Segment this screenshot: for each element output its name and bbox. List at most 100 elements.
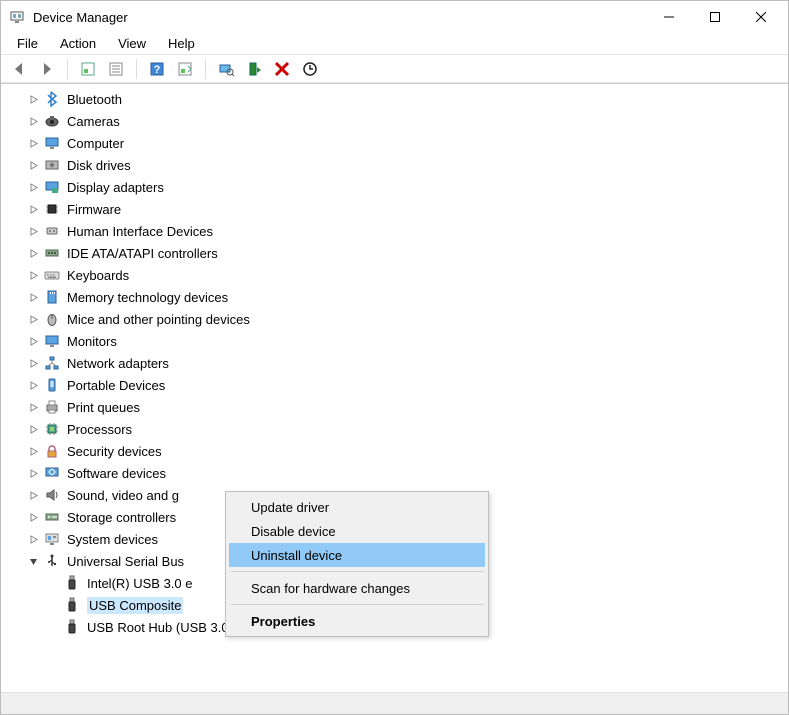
toolbar: ? [1,55,788,83]
minimize-button[interactable] [646,1,692,33]
statusbar [1,692,788,714]
toolbar-delete-button[interactable] [270,57,294,81]
chevron-right-icon[interactable] [25,509,41,525]
toolbar-properties-button[interactable] [104,57,128,81]
chevron-right-icon[interactable] [25,135,41,151]
toolbar-enable-disable-button[interactable] [242,57,266,81]
device-category[interactable]: Firmware [5,198,788,220]
chevron-right-icon[interactable] [25,333,41,349]
chevron-right-icon[interactable] [25,245,41,261]
monitor-icon [43,134,61,152]
context-menu-item[interactable]: Disable device [229,519,485,543]
chevron-down-icon[interactable] [25,553,41,569]
chevron-right-icon[interactable] [25,421,41,437]
app-icon [9,9,25,25]
device-category[interactable]: Security devices [5,440,788,462]
chevron-right-icon[interactable] [25,289,41,305]
device-item-label: Intel(R) USB 3.0 e [87,576,193,591]
svg-text:?: ? [154,64,161,76]
device-category[interactable]: Print queues [5,396,788,418]
toolbar-separator [205,59,206,79]
hid-icon [43,222,61,240]
device-category[interactable]: IDE ATA/ATAPI controllers [5,242,788,264]
device-category-label: Portable Devices [67,378,165,393]
device-category[interactable]: Cameras [5,110,788,132]
device-category[interactable]: Human Interface Devices [5,220,788,242]
device-item-label: USB Composite [87,597,183,614]
chevron-right-icon[interactable] [25,355,41,371]
device-category[interactable]: Bluetooth [5,88,788,110]
toolbar-separator [67,59,68,79]
printer-icon [43,398,61,416]
forward-button[interactable] [35,57,59,81]
chevron-right-icon[interactable] [25,311,41,327]
device-category-label: Network adapters [67,356,169,371]
chevron-right-icon[interactable] [25,487,41,503]
device-category-label: System devices [67,532,158,547]
context-menu-separator [231,604,483,605]
toolbar-show-hidden-button[interactable] [76,57,100,81]
back-button[interactable] [7,57,31,81]
context-menu-item[interactable]: Uninstall device [229,543,485,567]
camera-icon [43,112,61,130]
chevron-right-icon[interactable] [25,465,41,481]
usb-device-icon [63,596,81,614]
chevron-right-icon[interactable] [25,531,41,547]
chevron-right-icon[interactable] [25,223,41,239]
menu-file[interactable]: File [7,34,48,53]
device-category-label: Monitors [67,334,117,349]
storage-icon [43,508,61,526]
device-item-label: USB Root Hub (USB 3.0) [87,620,233,635]
chevron-right-icon[interactable] [25,443,41,459]
chevron-right-icon[interactable] [25,113,41,129]
device-category[interactable]: Processors [5,418,788,440]
device-category[interactable]: Memory technology devices [5,286,788,308]
device-category-label: IDE ATA/ATAPI controllers [67,246,218,261]
menu-view[interactable]: View [108,34,156,53]
memory-card-icon [43,288,61,306]
device-category[interactable]: Computer [5,132,788,154]
toolbar-help-button[interactable]: ? [145,57,169,81]
device-category-label: Processors [67,422,132,437]
context-menu-separator [231,571,483,572]
device-category-label: Bluetooth [67,92,122,107]
device-category[interactable]: Network adapters [5,352,788,374]
context-menu-item[interactable]: Scan for hardware changes [229,576,485,600]
toolbar-update-button[interactable] [298,57,322,81]
menu-help[interactable]: Help [158,34,205,53]
chip-icon [43,200,61,218]
chevron-right-icon[interactable] [25,179,41,195]
chevron-right-icon[interactable] [25,157,41,173]
window-title: Device Manager [33,10,128,25]
device-category[interactable]: Keyboards [5,264,788,286]
device-category-label: Storage controllers [67,510,176,525]
device-category[interactable]: Mice and other pointing devices [5,308,788,330]
chevron-right-icon[interactable] [25,91,41,107]
device-category-label: Memory technology devices [67,290,228,305]
menubar: File Action View Help [1,33,788,55]
chevron-right-icon[interactable] [25,377,41,393]
ide-icon [43,244,61,262]
toolbar-view-button[interactable] [173,57,197,81]
chevron-right-icon[interactable] [25,399,41,415]
chevron-right-icon[interactable] [25,267,41,283]
maximize-button[interactable] [692,1,738,33]
toolbar-scan-button[interactable] [214,57,238,81]
device-category[interactable]: Disk drives [5,154,788,176]
monitor-icon [43,332,61,350]
bluetooth-icon [43,90,61,108]
device-category[interactable]: Display adapters [5,176,788,198]
device-category-label: Sound, video and g [67,488,179,503]
context-menu-item[interactable]: Update driver [229,495,485,519]
device-category[interactable]: Software devices [5,462,788,484]
menu-action[interactable]: Action [50,34,106,53]
device-category-label: Mice and other pointing devices [67,312,250,327]
device-category[interactable]: Monitors [5,330,788,352]
lock-icon [43,442,61,460]
network-icon [43,354,61,372]
context-menu-item[interactable]: Properties [229,609,485,633]
mouse-icon [43,310,61,328]
device-category[interactable]: Portable Devices [5,374,788,396]
chevron-right-icon[interactable] [25,201,41,217]
close-button[interactable] [738,1,784,33]
